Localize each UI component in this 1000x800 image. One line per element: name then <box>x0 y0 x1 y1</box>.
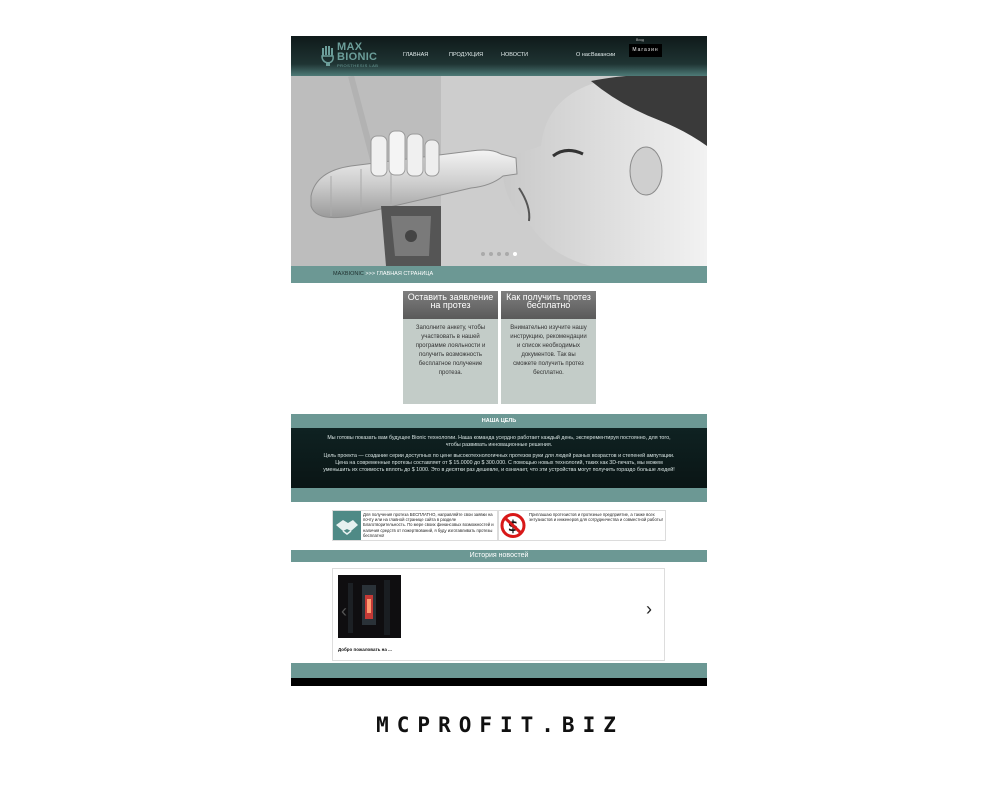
footer-bar <box>291 663 707 678</box>
slider-dot[interactable] <box>497 252 501 256</box>
hero-slider <box>291 76 707 266</box>
news-prev-arrow[interactable]: ‹ <box>341 601 347 622</box>
slider-dot-active[interactable] <box>513 252 517 256</box>
footer-bottom <box>291 678 707 686</box>
login-link[interactable]: Вход <box>636 38 644 42</box>
goal-paragraph-2: Цель проекта — создание серии доступных … <box>323 453 675 473</box>
logo-subtitle: PROSTHESIS LAB <box>337 63 379 68</box>
nav-vacancies[interactable]: Вакансии <box>591 52 615 58</box>
news-heading: История новостей <box>291 550 707 562</box>
news-next-arrow[interactable]: › <box>646 599 652 620</box>
apply-card: Оставить заявление на протез Заполните а… <box>403 291 498 404</box>
free-prosthesis-card-text: Внимательно изучите нашу инструкцию, рек… <box>510 325 587 376</box>
news-thumbnail[interactable] <box>338 575 401 638</box>
breadcrumb-current: ГЛАВНАЯ СТРАНИЦА <box>376 271 434 277</box>
info-block-free: Для получения протеза БЕСПЛАТНО, направл… <box>332 510 498 541</box>
website: MAX BIONIC PROSTHESIS LAB ГЛАВНАЯ ПРОДУК… <box>291 36 707 686</box>
slider-dot[interactable] <box>481 252 485 256</box>
goal-footer-bar <box>291 488 707 502</box>
no-money-icon: $ <box>499 511 527 540</box>
nav-products[interactable]: ПРОДУКЦИЯ <box>449 52 483 58</box>
nav-home[interactable]: ГЛАВНАЯ <box>403 52 428 58</box>
logo[interactable]: MAX BIONIC PROSTHESIS LAB <box>321 42 381 70</box>
slider-dot[interactable] <box>505 252 509 256</box>
breadcrumb: MAXBIONIC >>> ГЛАВНАЯ СТРАНИЦА <box>291 266 707 283</box>
logo-line-2: BIONIC <box>337 51 378 63</box>
slider-dots <box>481 252 517 256</box>
watermark-text: MCPROFIT.BIZ <box>376 713 624 737</box>
info-text-free: Для получения протеза БЕСПЛАТНО, направл… <box>363 512 494 538</box>
apply-card-text: Заполните анкету, чтобы участвовать в на… <box>415 325 486 376</box>
handshake-icon <box>333 511 361 540</box>
free-prosthesis-card-title[interactable]: Как получить протез бесплатно <box>501 291 596 319</box>
goal-heading: НАША ЦЕЛЬ <box>291 414 707 428</box>
nav-about[interactable]: О нас <box>576 52 591 58</box>
hero-photo <box>291 76 707 266</box>
news-thumbnail-image <box>338 575 401 638</box>
breadcrumb-root[interactable]: MAXBIONIC <box>333 271 364 277</box>
info-text-partners: Приглашаю протезистов и протезные предпр… <box>529 512 663 523</box>
news-caption[interactable]: Добро пожаловать на ... <box>338 647 392 652</box>
info-block-partners: $ Приглашаю протезистов и протезные пред… <box>498 510 666 541</box>
site-header: MAX BIONIC PROSTHESIS LAB ГЛАВНАЯ ПРОДУК… <box>291 36 707 76</box>
shop-button[interactable]: Магазин <box>629 44 662 57</box>
logo-wordmark: MAX BIONIC <box>337 42 378 63</box>
nav-news[interactable]: НОВОСТИ <box>501 52 528 58</box>
apply-card-title[interactable]: Оставить заявление на протез <box>403 291 498 319</box>
breadcrumb-text: MAXBIONIC >>> ГЛАВНАЯ СТРАНИЦА <box>333 271 433 277</box>
news-carousel: ‹ › Добро пожаловать на ... <box>332 568 665 661</box>
goal-paragraph-1: Мы готовы показать вам будущее Bionic те… <box>327 435 671 448</box>
free-prosthesis-card: Как получить протез бесплатно Внимательн… <box>501 291 596 404</box>
goal-section: Мы готовы показать вам будущее Bionic те… <box>291 428 707 488</box>
slider-dot[interactable] <box>489 252 493 256</box>
bionic-hand-icon <box>321 46 334 66</box>
breadcrumb-separator: >>> <box>363 271 377 277</box>
